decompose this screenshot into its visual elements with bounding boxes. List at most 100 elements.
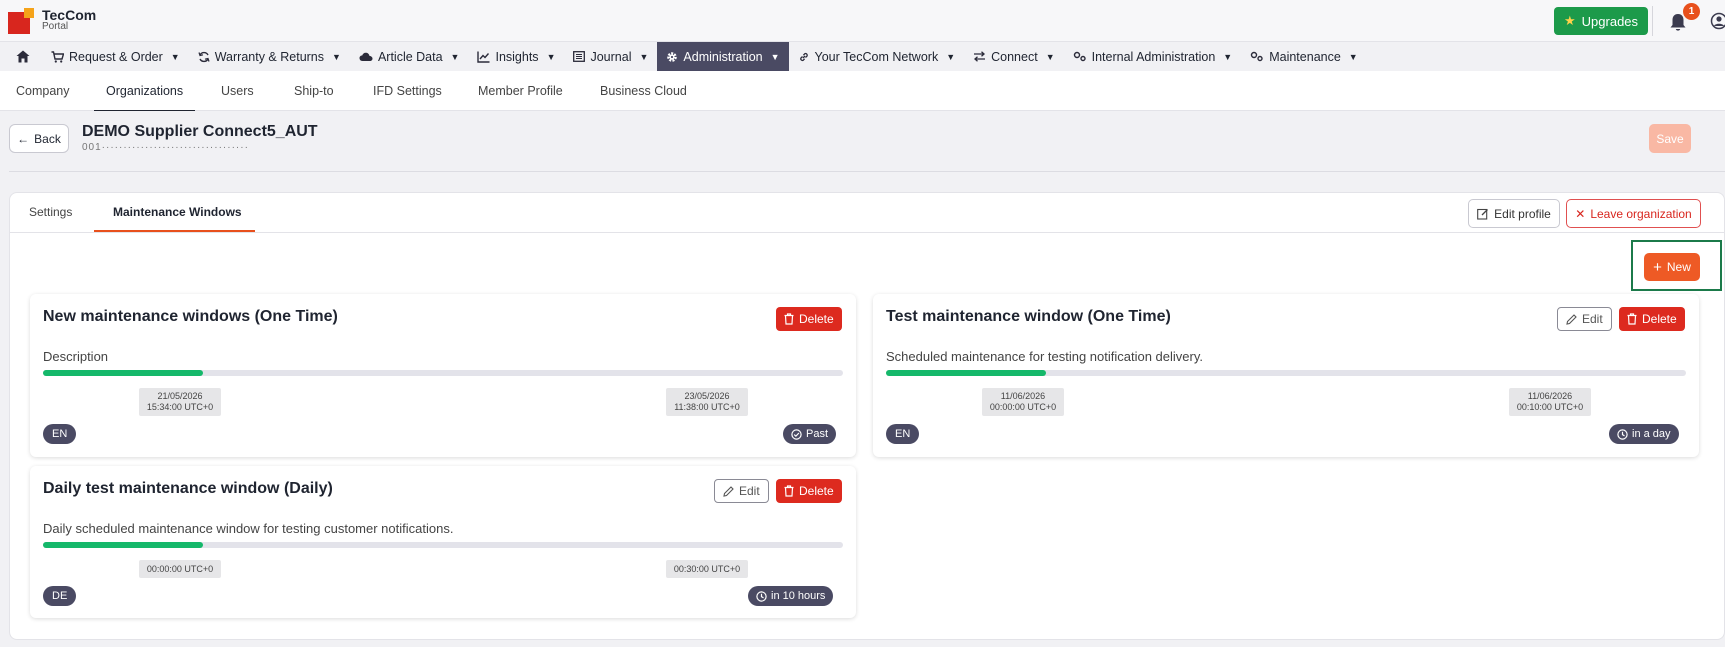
- save-button[interactable]: Save: [1649, 124, 1691, 153]
- journal-icon: [573, 51, 586, 62]
- delete-button[interactable]: Delete: [776, 307, 842, 331]
- highlight-box: [1631, 240, 1722, 291]
- nav-connect[interactable]: Connect ▼: [964, 42, 1063, 71]
- page-title: DEMO Supplier Connect5_AUT: [82, 123, 318, 140]
- nav-article-data[interactable]: Article Data ▼: [350, 42, 469, 71]
- refresh-icon: [198, 51, 210, 62]
- nav-internal-administration[interactable]: Internal Administration ▼: [1064, 42, 1242, 71]
- tab-business-cloud[interactable]: Business Cloud: [600, 71, 687, 111]
- edit-button[interactable]: Edit: [714, 479, 769, 503]
- tab-maintenance-windows[interactable]: Maintenance Windows: [113, 192, 242, 232]
- clock-icon: [1617, 428, 1628, 440]
- nav-home[interactable]: [12, 42, 42, 71]
- arrow-left-icon: ←: [17, 131, 30, 146]
- nav-your-teccom-network[interactable]: Your TecCom Network ▼: [789, 42, 965, 71]
- nav-administration[interactable]: Administration ▼: [657, 42, 789, 71]
- delete-label: Delete: [799, 484, 834, 498]
- edit-label: Edit: [1582, 312, 1603, 326]
- back-button[interactable]: ← Back: [9, 124, 69, 153]
- end-time: 11:38:00 UTC+0: [674, 402, 740, 412]
- top-bar: TecCom Portal ★ Upgrades 1: [0, 0, 1725, 42]
- tab-ifd-settings[interactable]: IFD Settings: [373, 71, 442, 111]
- gear-icon: [667, 51, 678, 62]
- window-progress-track: [43, 370, 843, 376]
- delete-label: Delete: [799, 312, 834, 326]
- panel-tabs-divider: [10, 232, 1724, 233]
- edit-button[interactable]: Edit: [1557, 307, 1612, 331]
- window-progress-track: [43, 542, 843, 548]
- status-badge: Past: [783, 424, 837, 444]
- teccom-logo[interactable]: TecCom Portal: [8, 8, 96, 34]
- edit-profile-button[interactable]: Edit profile: [1468, 199, 1560, 228]
- delete-label: Delete: [1642, 312, 1677, 326]
- tab-users[interactable]: Users: [221, 71, 254, 111]
- nav-label: Warranty & Returns: [214, 49, 325, 64]
- cart-icon: [51, 50, 64, 63]
- status-badge: in a day: [1609, 424, 1679, 444]
- nav-insights[interactable]: Insights ▼: [468, 42, 564, 71]
- language-badge: DE: [43, 586, 77, 606]
- start-time: 15:34:00 UTC+0: [146, 402, 214, 412]
- gears-icon: [1073, 51, 1086, 62]
- cloud-icon: [359, 52, 373, 61]
- delete-button[interactable]: Delete: [1619, 307, 1685, 331]
- chevron-down-icon: ▼: [1223, 51, 1233, 62]
- status-label: in a day: [1632, 428, 1671, 440]
- upgrades-button[interactable]: ★ Upgrades: [1554, 7, 1649, 35]
- nav-label: Request & Order: [69, 49, 163, 64]
- end-time: 00:10:00 UTC+0: [1516, 402, 1584, 412]
- nav-label: Insights: [495, 49, 539, 64]
- tab-company[interactable]: Company: [16, 71, 70, 111]
- nav-label: Journal: [590, 49, 632, 64]
- start-time: 00:00:00 UTC+0: [989, 402, 1057, 412]
- chevron-down-icon: ▼: [946, 51, 956, 62]
- nav-label: Connect: [991, 49, 1038, 64]
- top-divider: [1652, 6, 1653, 36]
- end-time: 00:30:00 UTC+0: [666, 560, 748, 578]
- clock-icon: [756, 590, 767, 602]
- nav-warranty-returns[interactable]: Warranty & Returns ▼: [189, 42, 350, 71]
- card-title: New maintenance windows (One Time): [43, 308, 338, 325]
- status-label: Past: [806, 428, 829, 440]
- close-icon: ✕: [1575, 206, 1586, 221]
- card-description: Daily scheduled maintenance window for t…: [43, 521, 454, 536]
- chevron-down-icon: ▼: [546, 51, 556, 62]
- main-navigation: Request & Order ▼ Warranty & Returns ▼ A…: [0, 42, 1725, 71]
- tab-organizations[interactable]: Organizations: [94, 71, 196, 111]
- language-badge: EN: [43, 424, 77, 444]
- chevron-down-icon: ▼: [639, 51, 649, 62]
- tab-ship-to[interactable]: Ship-to: [294, 71, 334, 111]
- nav-label: Internal Administration: [1091, 49, 1216, 64]
- card-title: Daily test maintenance window (Daily): [43, 480, 333, 497]
- start-datetime: 11/06/2026 00:00:00 UTC+0: [982, 388, 1064, 416]
- home-icon: [16, 50, 30, 63]
- chevron-down-icon: ▼: [1348, 51, 1358, 62]
- tab-settings[interactable]: Settings: [29, 192, 72, 232]
- card-description: Description: [43, 349, 109, 364]
- logo-mark: [8, 8, 34, 34]
- maintenance-window-card: New maintenance windows (One Time) Delet…: [30, 294, 856, 457]
- nav-journal[interactable]: Journal ▼: [564, 42, 657, 71]
- card-title: Test maintenance window (One Time): [886, 308, 1171, 325]
- end-date: 11/06/2026: [1527, 391, 1573, 401]
- chart-icon: [477, 51, 490, 63]
- nav-label: Maintenance: [1269, 49, 1341, 64]
- nav-maintenance[interactable]: Maintenance ▼: [1241, 42, 1367, 71]
- chevron-down-icon: ▼: [450, 51, 460, 62]
- tab-member-profile[interactable]: Member Profile: [478, 71, 563, 111]
- leave-organization-button[interactable]: ✕ Leave organization: [1566, 199, 1701, 228]
- end-datetime: 11/06/2026 00:10:00 UTC+0: [1509, 388, 1591, 416]
- delete-button[interactable]: Delete: [776, 479, 842, 503]
- end-date: 23/05/2026: [684, 391, 730, 401]
- nav-request-order[interactable]: Request & Order ▼: [42, 42, 189, 71]
- check-circle-icon: [791, 428, 802, 440]
- brand-name: TecCom: [42, 7, 97, 23]
- back-label: Back: [34, 131, 61, 146]
- pencil-icon: [723, 485, 734, 497]
- nav-label: Administration: [683, 49, 763, 64]
- trash-icon: [784, 313, 794, 325]
- start-datetime: 21/05/2026 15:34:00 UTC+0: [139, 388, 221, 416]
- status-badge: in 10 hours: [748, 586, 834, 606]
- user-avatar-icon[interactable]: [1710, 12, 1725, 30]
- trash-icon: [1627, 313, 1637, 325]
